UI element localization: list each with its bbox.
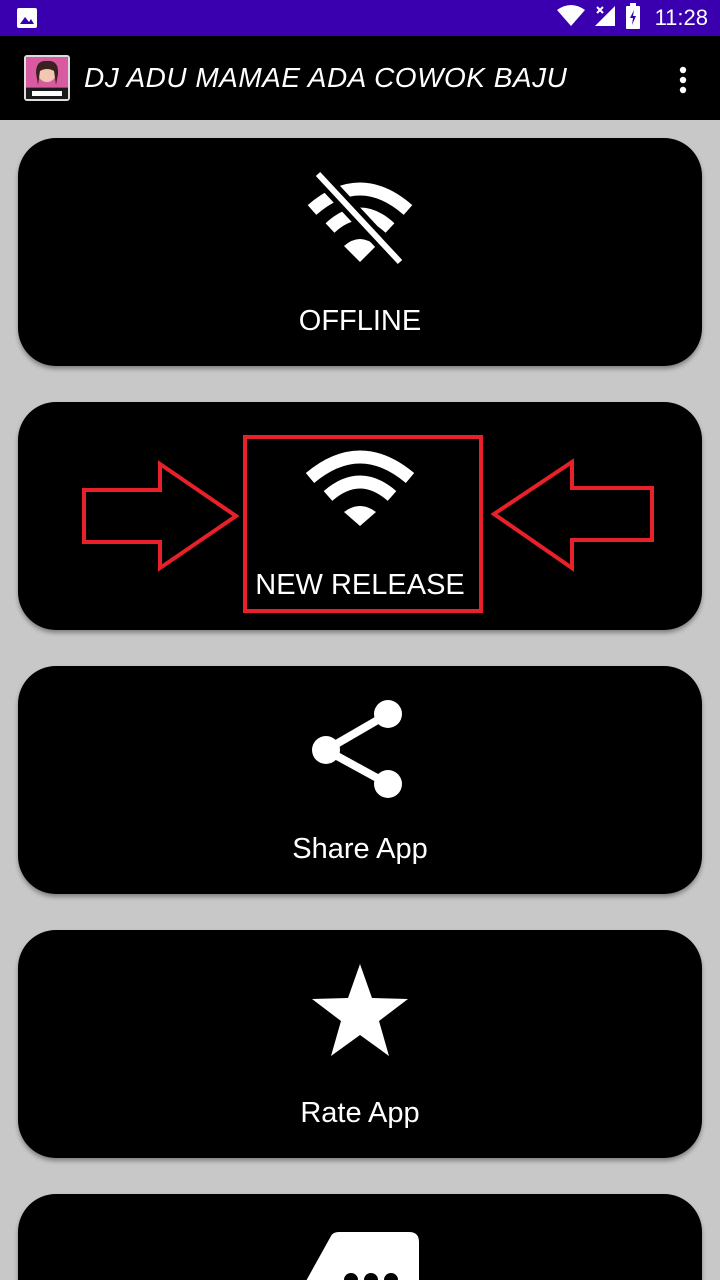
status-time: 11:28 bbox=[654, 5, 708, 30]
highlight-box bbox=[243, 435, 483, 613]
offline-button[interactable]: OFFLINE bbox=[18, 138, 702, 366]
image-icon bbox=[16, 7, 38, 34]
battery-icon bbox=[625, 2, 641, 34]
right-arrow-annotation bbox=[82, 460, 242, 577]
offline-label: OFFLINE bbox=[298, 305, 422, 337]
more-button[interactable] bbox=[18, 1194, 702, 1280]
rate-app-label: Rate App bbox=[300, 1097, 420, 1129]
more-vert-icon[interactable] bbox=[668, 65, 698, 95]
app-title: DJ ADU MAMAE ADA COWOK BAJU bbox=[84, 62, 568, 93]
star-icon bbox=[308, 962, 412, 1067]
wifi-icon bbox=[556, 4, 585, 32]
share-app-label: Share App bbox=[292, 833, 428, 865]
app-bar: DJ ADU MAMAE ADA COWOK BAJU bbox=[0, 36, 720, 120]
share-icon bbox=[312, 698, 408, 807]
wifi-off-icon bbox=[304, 168, 416, 271]
app-logo bbox=[24, 55, 70, 101]
message-icon bbox=[299, 1232, 421, 1280]
left-arrow-annotation bbox=[488, 458, 654, 577]
signal-icon bbox=[593, 4, 617, 33]
status-bar: 11:28 bbox=[0, 0, 720, 36]
new-release-button[interactable]: NEW RELEASE bbox=[18, 402, 702, 630]
rate-app-button[interactable]: Rate App bbox=[18, 930, 702, 1158]
share-app-button[interactable]: Share App bbox=[18, 666, 702, 894]
